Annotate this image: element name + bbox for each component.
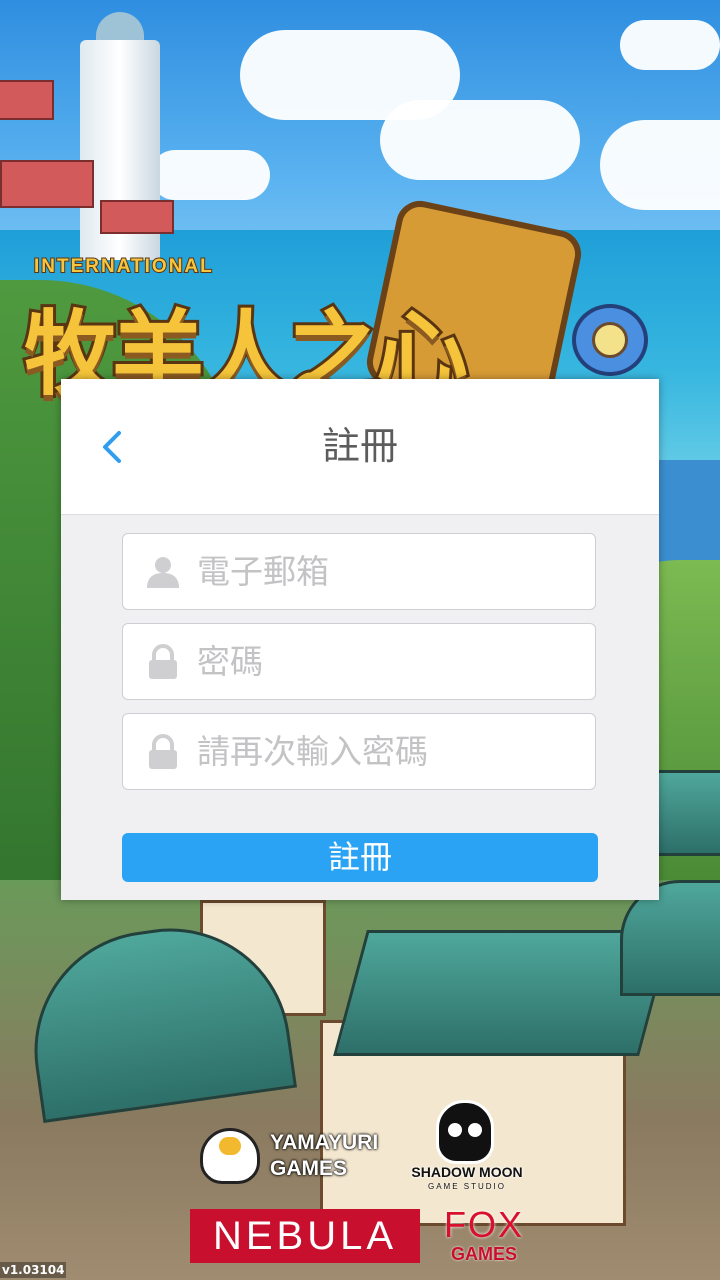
yamayuri-text: YAMAYURI GAMES <box>270 1130 378 1182</box>
dialog-header: 註冊 <box>61 379 659 515</box>
cloud <box>380 100 580 180</box>
red-roof-house <box>0 160 94 208</box>
lock-icon <box>149 734 177 769</box>
fox-line1: FOX <box>443 1204 524 1245</box>
user-icon <box>147 557 179 588</box>
shadow-moon-logo: SHADOW MOON GAME STUDIO <box>402 1098 532 1198</box>
register-dialog: 註冊 註冊 <box>61 379 659 900</box>
confirm-password-input[interactable] <box>197 714 587 789</box>
yamayuri-games-logo: YAMAYURI GAMES <box>198 1124 388 1190</box>
email-field[interactable] <box>122 533 596 610</box>
fox-games-logo: FOX GAMES <box>436 1206 532 1268</box>
logo-mascot <box>572 304 648 376</box>
fox-line2: GAMES <box>450 1244 517 1264</box>
nebula-logo: NEBULA <box>190 1209 420 1263</box>
confirm-password-field[interactable] <box>122 713 596 790</box>
register-button[interactable]: 註冊 <box>122 833 598 882</box>
lock-icon <box>149 644 177 679</box>
logo-international: INTERNATIONAL <box>33 255 214 278</box>
email-input[interactable] <box>197 534 587 609</box>
back-button[interactable] <box>95 425 135 469</box>
version-label: v1.03104 <box>0 1262 67 1278</box>
cloud <box>150 150 270 200</box>
red-roof-house <box>100 200 174 234</box>
red-roof-house <box>0 80 54 120</box>
yamayuri-emblem-icon <box>200 1128 260 1184</box>
chevron-left-icon <box>103 431 121 463</box>
cloud <box>600 120 720 210</box>
dialog-title: 註冊 <box>321 424 398 468</box>
owl-icon <box>436 1100 494 1164</box>
password-field[interactable] <box>122 623 596 700</box>
cloud <box>620 20 720 70</box>
yamayuri-line1: YAMAYURI <box>270 1131 379 1154</box>
password-input[interactable] <box>197 624 587 699</box>
shadow-moon-subtitle: GAME STUDIO <box>427 1182 506 1191</box>
shadow-moon-name: SHADOW MOON <box>411 1164 523 1180</box>
yamayuri-line2: GAMES <box>270 1157 348 1180</box>
